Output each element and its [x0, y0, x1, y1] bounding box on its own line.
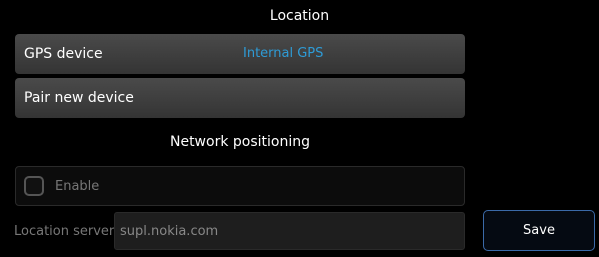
gps-device-button[interactable]: GPS device Internal GPS	[15, 34, 465, 74]
pair-new-device-label: Pair new device	[24, 90, 134, 106]
location-server-input[interactable]	[114, 212, 465, 250]
page-title: Location	[269, 8, 330, 24]
network-positioning-heading: Network positioning	[169, 134, 310, 150]
gps-device-label: GPS device	[24, 46, 103, 62]
save-button[interactable]: Save	[483, 210, 595, 251]
gps-device-value: Internal GPS	[243, 46, 324, 61]
enable-row[interactable]: Enable	[15, 166, 465, 206]
enable-checkbox[interactable]	[24, 176, 44, 196]
location-server-label: Location server	[14, 224, 115, 239]
enable-label: Enable	[55, 179, 100, 194]
pair-new-device-button[interactable]: Pair new device	[15, 78, 465, 118]
